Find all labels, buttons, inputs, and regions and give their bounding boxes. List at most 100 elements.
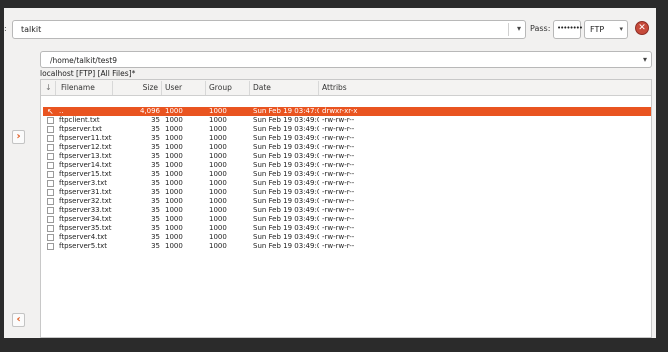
header-user[interactable]: User bbox=[162, 81, 206, 95]
table-row[interactable]: ftpserver13.txt 35 1000 1000 Sun Feb 19 03:4… bbox=[43, 152, 651, 161]
file-date-cell: Sun Feb 19 03:49:0 bbox=[253, 152, 319, 160]
file-size-cell: 35 bbox=[151, 233, 160, 241]
table-row[interactable]: ftpserver.txt 35 1000 1000 Sun Feb 19 03:49:… bbox=[43, 125, 651, 134]
table-row[interactable]: ftpserver32.txt 35 1000 1000 Sun Feb 19 03:4… bbox=[43, 197, 651, 206]
path-value: /home/talkit/test9 bbox=[50, 56, 118, 65]
table-row[interactable]: ftpserver15.txt 35 1000 1000 Sun Feb 19 03:4… bbox=[43, 170, 651, 179]
header-attribs[interactable]: Attribs bbox=[319, 81, 651, 95]
table-row[interactable]: ftpserver14.txt 35 1000 1000 Sun Feb 19 03:4… bbox=[43, 161, 651, 170]
file-user-cell: 1000 bbox=[165, 197, 183, 205]
file-name-cell: ftpserver.txt bbox=[59, 125, 102, 133]
chevron-down-icon[interactable]: ▾ bbox=[619, 25, 623, 33]
file-name-cell: ftpserver11.txt bbox=[59, 134, 112, 142]
file-size-cell: 35 bbox=[151, 161, 160, 169]
username-value: talkit bbox=[21, 25, 42, 34]
file-icon bbox=[47, 216, 54, 223]
status-label: localhost [FTP] [All Files]* bbox=[40, 69, 136, 78]
file-name-cell: ftpserver35.txt bbox=[59, 224, 112, 232]
table-row[interactable]: ftpserver31.txt 35 1000 1000 Sun Feb 19 03:4… bbox=[43, 188, 651, 197]
chevron-left-icon[interactable]: ‹ bbox=[12, 313, 25, 327]
file-size-cell: 35 bbox=[151, 134, 160, 142]
table-row[interactable]: ftpserver35.txt 35 1000 1000 Sun Feb 19 03:4… bbox=[43, 224, 651, 233]
file-size-cell: 35 bbox=[151, 152, 160, 160]
file-group-cell: 1000 bbox=[209, 107, 227, 115]
file-size-cell: 35 bbox=[151, 197, 160, 205]
file-date-cell: Sun Feb 19 03:49:0 bbox=[253, 188, 319, 196]
file-size-cell: 35 bbox=[151, 224, 160, 232]
table-row[interactable]: ftpserver3.txt 35 1000 1000 Sun Feb 19 03:49… bbox=[43, 179, 651, 188]
file-size-cell: 35 bbox=[151, 215, 160, 223]
file-attribs-cell: -rw-rw-r-- bbox=[322, 206, 355, 214]
file-attribs-cell: -rw-rw-r-- bbox=[322, 233, 355, 241]
file-group-cell: 1000 bbox=[209, 116, 227, 124]
table-row[interactable]: ftpserver34.txt 35 1000 1000 Sun Feb 19 03:4… bbox=[43, 215, 651, 224]
table-header: ↓ Filename Size User Group Date Attribs bbox=[41, 80, 651, 96]
path-combo[interactable]: /home/talkit/test9 ▾ bbox=[40, 51, 652, 68]
file-attribs-cell: -rw-rw-r-- bbox=[322, 179, 355, 187]
combo-separator bbox=[508, 23, 509, 36]
file-attribs-cell: -rw-rw-r-- bbox=[322, 215, 355, 223]
file-user-cell: 1000 bbox=[165, 206, 183, 214]
table-row[interactable]: ftpclient.txt 35 1000 1000 Sun Feb 19 03:49:… bbox=[43, 116, 651, 125]
password-field[interactable]: •••••••• bbox=[553, 20, 583, 39]
table-row[interactable]: ftpserver11.txt 35 1000 1000 Sun Feb 19 03:4… bbox=[43, 134, 651, 143]
file-user-cell: 1000 bbox=[165, 233, 183, 241]
file-date-cell: Sun Feb 19 03:49:0 bbox=[253, 206, 319, 214]
file-group-cell: 1000 bbox=[209, 143, 227, 151]
file-name-cell: ftpserver34.txt bbox=[59, 215, 112, 223]
chevron-down-icon[interactable]: ▾ bbox=[643, 55, 647, 64]
file-date-cell: Sun Feb 19 03:49:0 bbox=[253, 215, 319, 223]
file-attribs-cell: -rw-rw-r-- bbox=[322, 152, 355, 160]
file-group-cell: 1000 bbox=[209, 188, 227, 196]
file-user-cell: 1000 bbox=[165, 161, 183, 169]
file-name-cell: ftpserver31.txt bbox=[59, 188, 112, 196]
file-date-cell: Sun Feb 19 03:49:0 bbox=[253, 143, 319, 151]
file-table[interactable]: ↓ Filename Size User Group Date Attribs … bbox=[40, 79, 652, 338]
file-attribs-cell: -rw-rw-r-- bbox=[322, 161, 355, 169]
file-attribs-cell: drwxr-xr-x bbox=[322, 107, 358, 115]
header-size[interactable]: Size bbox=[113, 81, 162, 95]
file-attribs-cell: -rw-rw-r-- bbox=[322, 197, 355, 205]
header-sort-cell[interactable]: ↓ bbox=[41, 81, 56, 95]
file-date-cell: Sun Feb 19 03:49:0 bbox=[253, 179, 319, 187]
file-name-cell: ftpserver32.txt bbox=[59, 197, 112, 205]
file-size-cell: 4,096 bbox=[139, 107, 160, 115]
close-icon[interactable]: ✕ bbox=[635, 21, 649, 35]
file-user-cell: 1000 bbox=[165, 116, 183, 124]
file-attribs-cell: -rw-rw-r-- bbox=[322, 116, 355, 124]
file-group-cell: 1000 bbox=[209, 161, 227, 169]
file-user-cell: 1000 bbox=[165, 143, 183, 151]
header-group[interactable]: Group bbox=[206, 81, 250, 95]
file-size-cell: 35 bbox=[151, 125, 160, 133]
file-size-cell: 35 bbox=[151, 170, 160, 178]
table-row[interactable]: ftpserver5.txt 35 1000 1000 Sun Feb 19 03:49… bbox=[43, 242, 651, 251]
file-name-cell: ftpserver13.txt bbox=[59, 152, 112, 160]
protocol-value: FTP bbox=[590, 25, 605, 34]
file-name-cell: ftpserver5.txt bbox=[59, 242, 107, 250]
file-date-cell: Sun Feb 19 03:49:0 bbox=[253, 134, 319, 142]
protocol-combo[interactable]: FTP ▾ bbox=[584, 20, 628, 39]
header-filename[interactable]: Filename bbox=[56, 81, 113, 95]
ftp-window: : talkit ▾ Pass: •••••••• FTP ▾ ✕ › ‹ /h… bbox=[4, 8, 656, 338]
username-combo[interactable]: talkit ▾ bbox=[12, 20, 526, 39]
file-date-cell: Sun Feb 19 03:49:0 bbox=[253, 233, 319, 241]
table-row[interactable]: ftpserver33.txt 35 1000 1000 Sun Feb 19 03:4… bbox=[43, 206, 651, 215]
file-attribs-cell: -rw-rw-r-- bbox=[322, 134, 355, 142]
file-group-cell: 1000 bbox=[209, 215, 227, 223]
header-date[interactable]: Date bbox=[250, 81, 319, 95]
file-icon bbox=[47, 180, 54, 187]
file-size-cell: 35 bbox=[151, 206, 160, 214]
file-size-cell: 35 bbox=[151, 188, 160, 196]
file-date-cell: Sun Feb 19 03:49:0 bbox=[253, 161, 319, 169]
file-group-cell: 1000 bbox=[209, 134, 227, 142]
file-user-cell: 1000 bbox=[165, 242, 183, 250]
table-row[interactable]: ftpserver12.txt 35 1000 1000 Sun Feb 19 03:4… bbox=[43, 143, 651, 152]
table-row-selected[interactable]: ↖.. 4,096 1000 1000 Sun Feb 19 03:47:0 drwxr-… bbox=[43, 107, 651, 116]
file-icon bbox=[47, 225, 54, 232]
file-group-cell: 1000 bbox=[209, 125, 227, 133]
table-row[interactable]: ftpserver4.txt 35 1000 1000 Sun Feb 19 03:49… bbox=[43, 233, 651, 242]
chevron-right-icon[interactable]: › bbox=[12, 130, 25, 144]
chevron-down-icon[interactable]: ▾ bbox=[517, 24, 521, 33]
user-label: : bbox=[4, 24, 7, 33]
file-user-cell: 1000 bbox=[165, 215, 183, 223]
